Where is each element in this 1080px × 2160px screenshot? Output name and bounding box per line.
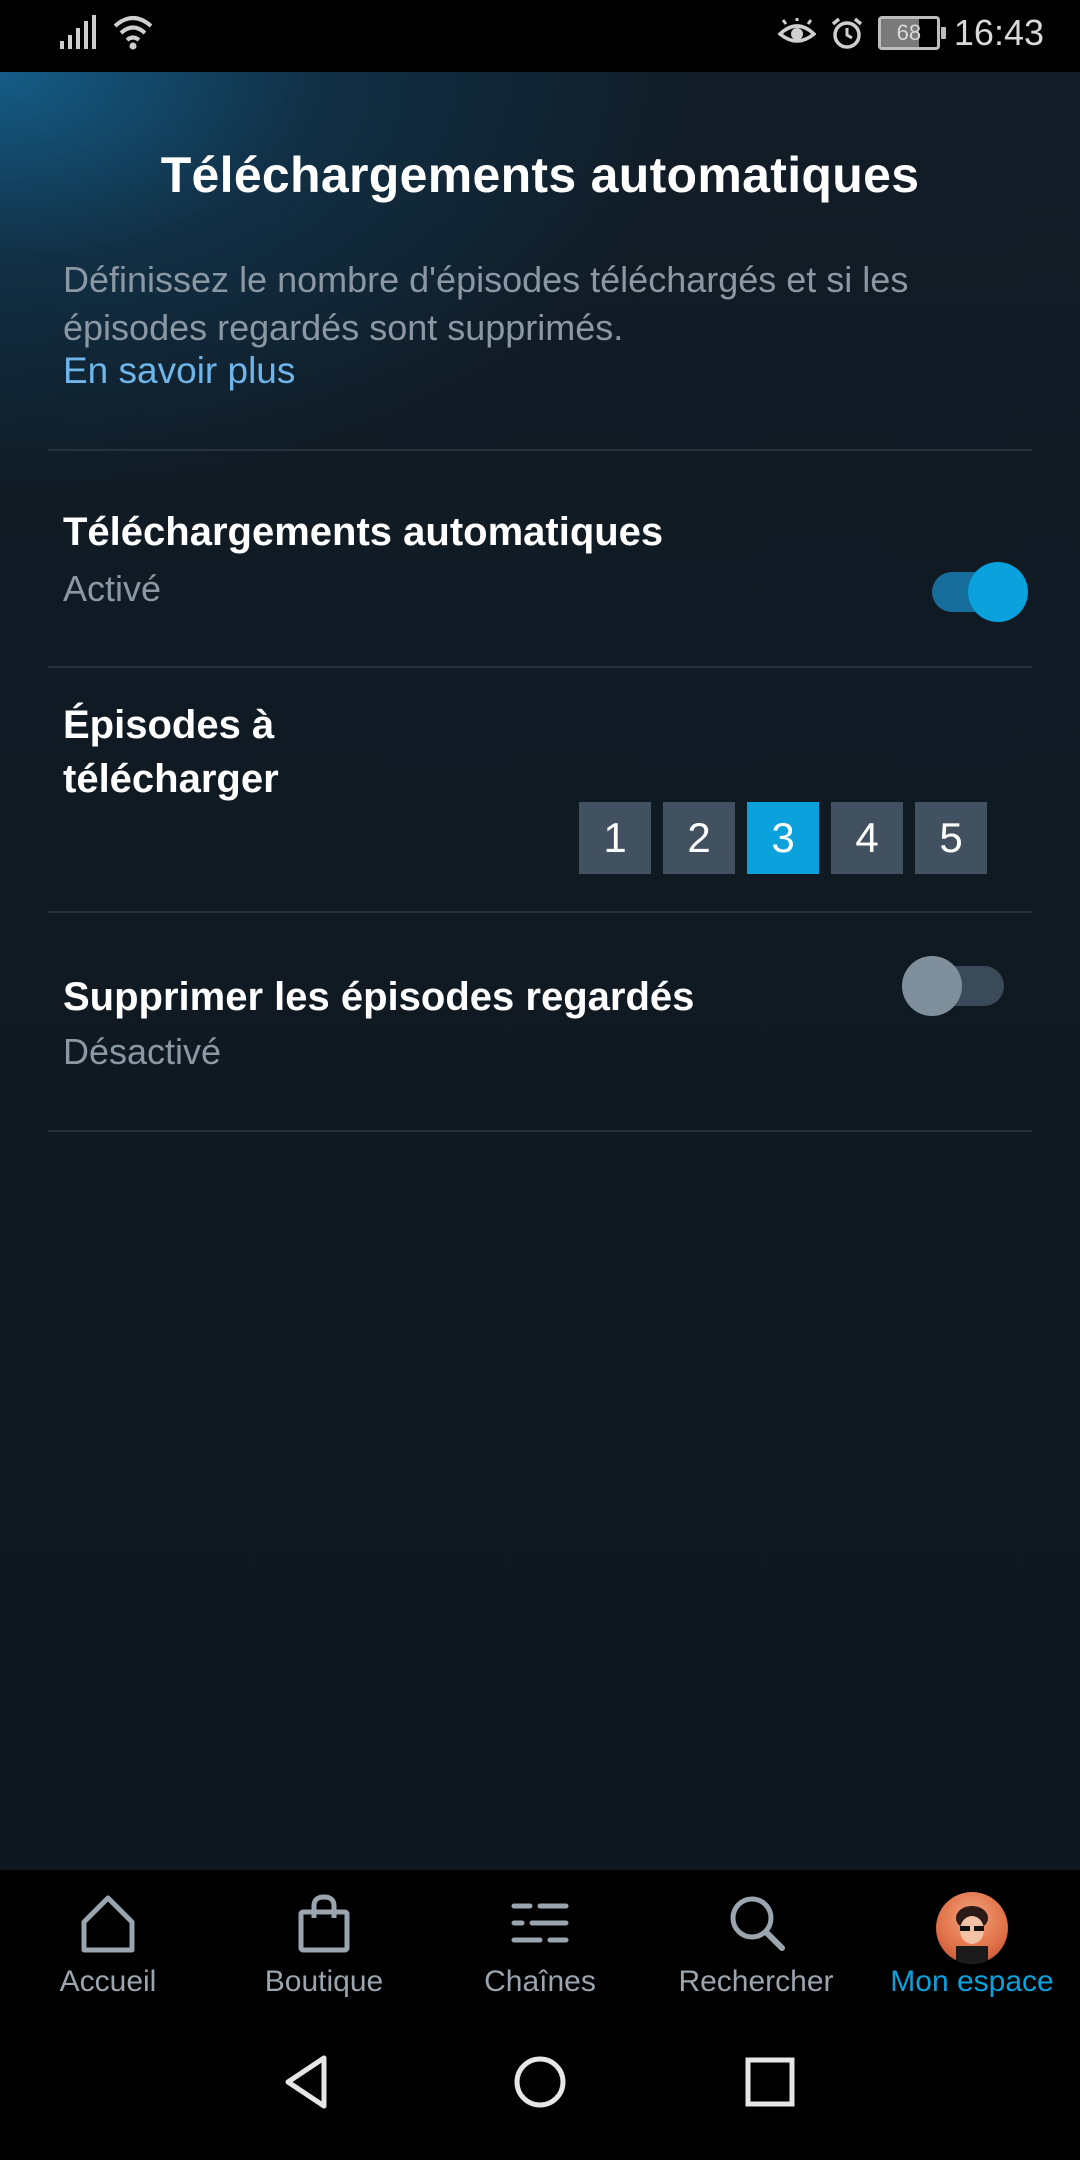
status-bar: 68 16:43 bbox=[0, 0, 1080, 72]
nav-accueil[interactable]: Accueil bbox=[0, 1870, 216, 2002]
nav-chaines[interactable]: Chaînes bbox=[432, 1870, 648, 2002]
battery-level: 68 bbox=[896, 20, 922, 45]
episode-option-3[interactable]: 3 bbox=[747, 802, 819, 874]
nav-mon-espace[interactable]: Mon espace bbox=[864, 1870, 1080, 2002]
signal-icon bbox=[60, 15, 96, 49]
auto-download-toggle[interactable] bbox=[928, 556, 1028, 622]
page-description: Définissez le nombre d'épisodes téléchar… bbox=[63, 259, 909, 348]
status-left bbox=[58, 14, 154, 50]
divider bbox=[48, 911, 1032, 913]
nav-boutique[interactable]: Boutique bbox=[216, 1870, 432, 2002]
status-time: 16:43 bbox=[953, 12, 1044, 53]
delete-watched-toggle[interactable] bbox=[902, 950, 1012, 1016]
learn-more-link[interactable]: En savoir plus bbox=[63, 350, 295, 392]
episodes-title: Épisodes à télécharger bbox=[63, 703, 279, 801]
episode-count-selector: 1 2 3 4 5 bbox=[579, 802, 987, 874]
episode-option-1[interactable]: 1 bbox=[579, 802, 651, 874]
divider bbox=[48, 666, 1032, 668]
alarm-icon bbox=[831, 17, 863, 49]
nav-label: Mon espace bbox=[890, 1965, 1054, 1998]
nav-label: Boutique bbox=[264, 1965, 384, 1998]
recents-icon[interactable] bbox=[740, 2052, 800, 2112]
delete-watched-title: Supprimer les épisodes regardés bbox=[63, 975, 695, 1019]
avatar bbox=[936, 1892, 1008, 1964]
auto-download-title: Téléchargements automatiques bbox=[63, 510, 664, 554]
eye-comfort-icon bbox=[777, 18, 816, 43]
nav-rechercher[interactable]: Rechercher bbox=[648, 1870, 864, 2002]
wifi-icon bbox=[113, 16, 153, 50]
status-right: 68 16:43 bbox=[777, 12, 1044, 54]
main-content: Téléchargements automatiques Définissez … bbox=[0, 72, 1080, 1870]
episode-option-2[interactable]: 2 bbox=[663, 802, 735, 874]
home-circle-icon[interactable] bbox=[510, 2052, 570, 2112]
back-icon[interactable] bbox=[278, 2052, 338, 2112]
shopping-bag-icon bbox=[298, 1894, 350, 1953]
nav-label: Accueil bbox=[59, 1965, 157, 1998]
divider bbox=[48, 449, 1032, 451]
divider bbox=[48, 1130, 1032, 1132]
system-navigation-bar bbox=[0, 2002, 1080, 2160]
toggle-knob bbox=[902, 956, 962, 1016]
channels-icon bbox=[511, 1903, 569, 1943]
episode-option-4[interactable]: 4 bbox=[831, 802, 903, 874]
auto-download-status: Activé bbox=[63, 568, 162, 609]
delete-watched-status: Désactivé bbox=[63, 1031, 222, 1072]
nav-label: Rechercher bbox=[678, 1965, 834, 1998]
page-title: Téléchargements automatiques bbox=[160, 147, 920, 203]
search-icon bbox=[730, 1896, 785, 1951]
episode-option-5[interactable]: 5 bbox=[915, 802, 987, 874]
toggle-knob bbox=[968, 562, 1028, 622]
home-icon bbox=[81, 1895, 135, 1953]
nav-label: Chaînes bbox=[484, 1965, 596, 1998]
battery-icon: 68 bbox=[877, 16, 946, 50]
bottom-navigation: Accueil Boutique Chaînes Rechercher Mon … bbox=[0, 1870, 1080, 2002]
